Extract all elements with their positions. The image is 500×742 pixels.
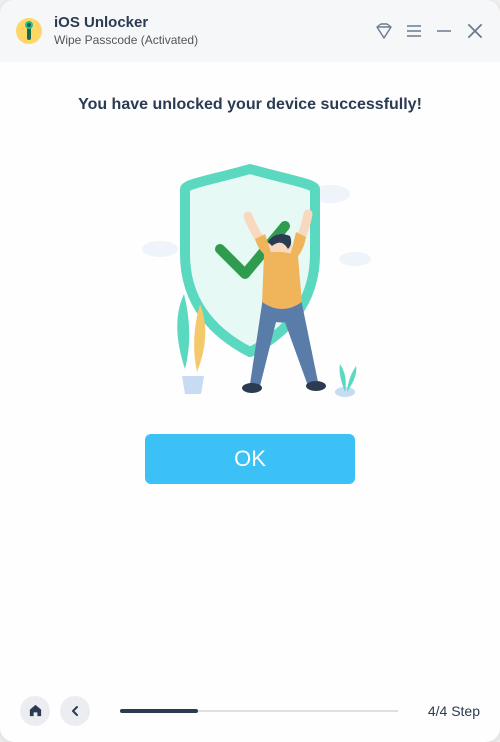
success-illustration xyxy=(100,154,400,404)
home-button[interactable] xyxy=(20,696,50,726)
footer: 4/4 Step xyxy=(0,684,500,742)
main-content: You have unlocked your device successful… xyxy=(0,62,500,684)
app-subtitle: Wipe Passcode (Activated) xyxy=(54,32,374,49)
app-logo-icon xyxy=(14,16,44,46)
success-headline: You have unlocked your device successful… xyxy=(78,96,422,114)
title-text-group: iOS Unlocker Wipe Passcode (Activated) xyxy=(54,14,374,49)
home-icon xyxy=(28,703,43,718)
menu-icon[interactable] xyxy=(404,21,424,41)
chevron-left-icon xyxy=(69,705,81,717)
progress-bar xyxy=(120,710,398,712)
back-button[interactable] xyxy=(60,696,90,726)
step-indicator: 4/4 Step xyxy=(428,703,480,719)
titlebar: iOS Unlocker Wipe Passcode (Activated) xyxy=(0,0,500,62)
close-icon[interactable] xyxy=(464,20,486,42)
window-controls xyxy=(374,20,486,42)
app-window: iOS Unlocker Wipe Passcode (Activated) xyxy=(0,0,500,742)
diamond-icon[interactable] xyxy=(374,21,394,41)
app-title: iOS Unlocker xyxy=(54,14,374,32)
ok-button[interactable]: OK xyxy=(145,434,355,484)
minimize-icon[interactable] xyxy=(434,21,454,41)
progress-fill xyxy=(120,709,198,713)
